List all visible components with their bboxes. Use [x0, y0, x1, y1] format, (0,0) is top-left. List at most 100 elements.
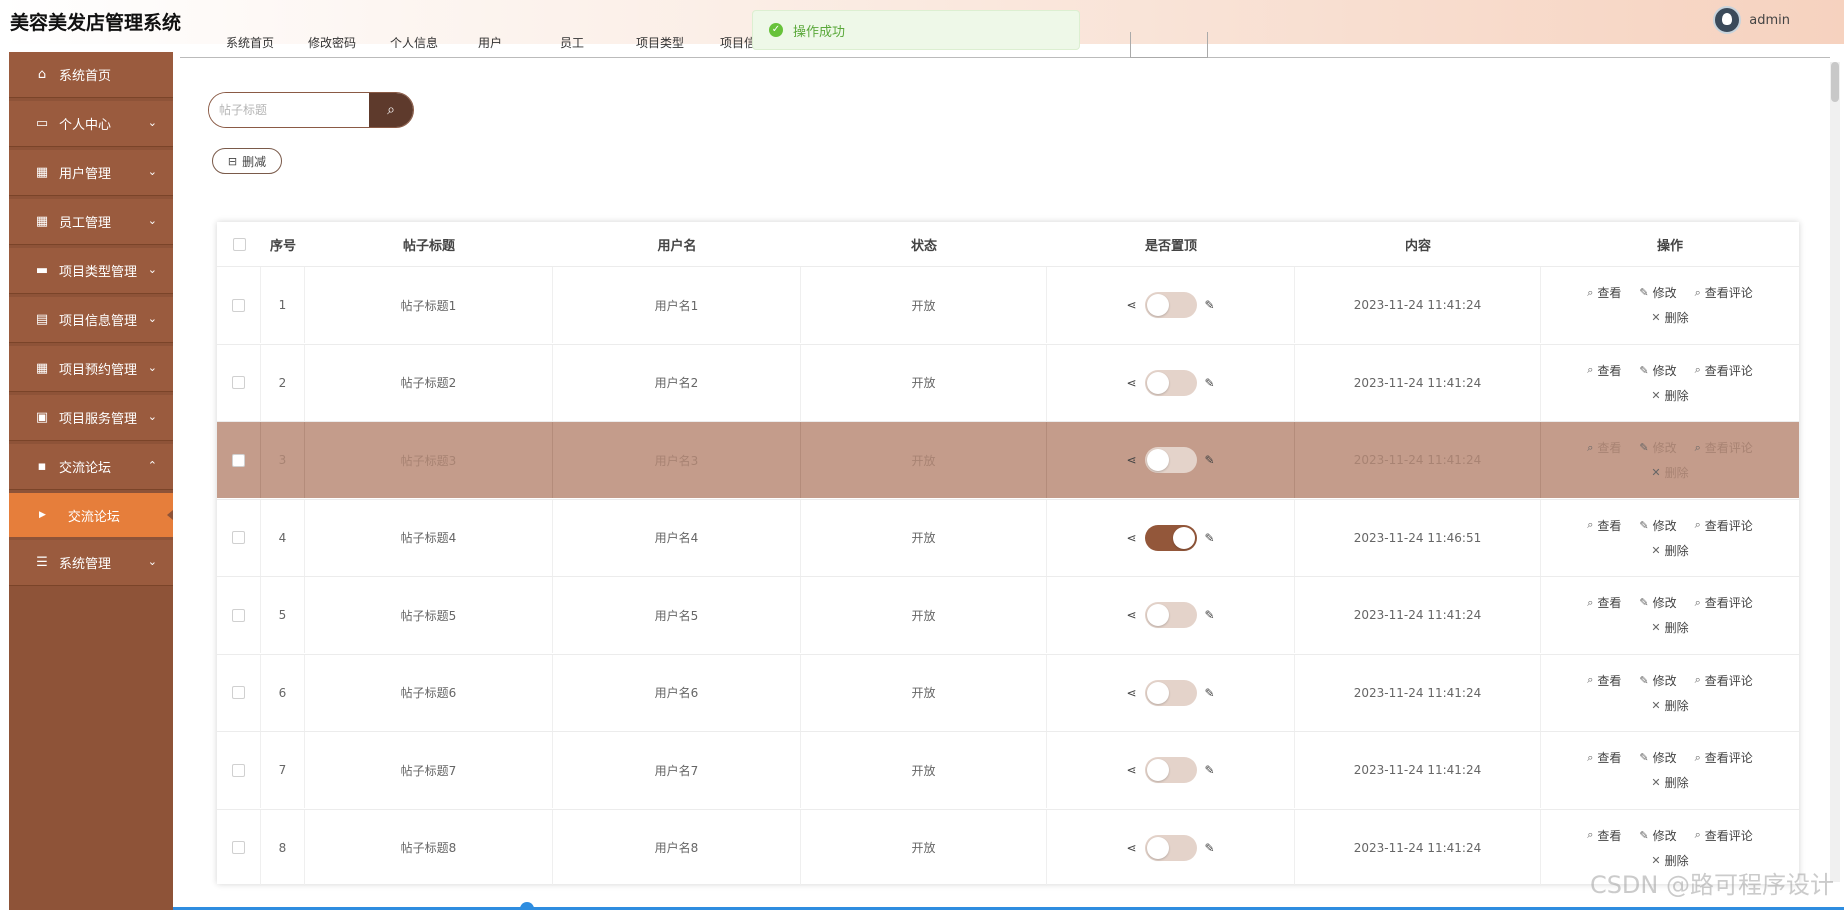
- comments-label: 查看评论: [1704, 286, 1753, 300]
- edit-button[interactable]: ✎ 修改: [1639, 749, 1676, 766]
- delete-row-button[interactable]: ✕ 删除: [1651, 309, 1688, 326]
- avatar[interactable]: [1713, 6, 1742, 34]
- tab-password[interactable]: 修改密码: [308, 34, 356, 51]
- table-row[interactable]: 2 帖子标题2 用户名2 开放 ⋖ ✎ 2023-11-24 11:41:24 ⌕ 查看 ✎ 修改 ⌕…: [217, 343, 1799, 421]
- delete-row-button[interactable]: ✕ 删除: [1651, 387, 1688, 404]
- view-comments-button[interactable]: ⌕ 查看评论: [1695, 517, 1753, 534]
- close-icon: ✕: [1651, 311, 1661, 324]
- top-toggle[interactable]: [1144, 757, 1197, 783]
- table-row[interactable]: 8 帖子标题8 用户名8 开放 ⋖ ✎ 2023-11-24 11:41:24 ⌕ 查看 ✎ 修改 ⌕…: [217, 808, 1799, 886]
- cell-top: ⋖ ✎: [1047, 654, 1295, 731]
- sidebar-subitem-forum[interactable]: ▶ 交流论坛: [9, 493, 173, 537]
- tab-staff[interactable]: 员工: [560, 34, 584, 51]
- view-comments-button[interactable]: ⌕ 查看评论: [1695, 672, 1753, 689]
- top-toggle[interactable]: [1144, 447, 1197, 473]
- top-toggle[interactable]: [1144, 292, 1197, 318]
- edit-button[interactable]: ✎ 修改: [1639, 827, 1676, 844]
- view-comments-button[interactable]: ⌕ 查看评论: [1695, 594, 1753, 611]
- table-row[interactable]: 4 帖子标题4 用户名4 开放 ⋖ ✎ 2023-11-24 11:46:51 ⌕ 查看 ✎ 修改 ⌕…: [217, 498, 1799, 576]
- sidebar-item-system[interactable]: ☰ 系统管理 ⌄: [9, 540, 173, 586]
- table-row[interactable]: 6 帖子标题6 用户名6 开放 ⋖ ✎ 2023-11-24 11:41:24 ⌕ 查看 ✎ 修改 ⌕…: [217, 653, 1799, 731]
- sidebar-item-project-type[interactable]: ▬ 项目类型管理 ⌄: [9, 248, 173, 294]
- delete-row-button[interactable]: ✕ 删除: [1651, 619, 1688, 636]
- top-toggle[interactable]: [1144, 524, 1197, 551]
- table-row[interactable]: 3 帖子标题3 用户名3 开放 ⋖ ✎ 2023-11-24 11:41:24 ⌕ 查看 ✎ 修改 ⌕…: [217, 421, 1799, 498]
- row-checkbox[interactable]: [232, 376, 245, 389]
- view-button[interactable]: ⌕ 查看: [1587, 439, 1621, 456]
- cell-top: ⋖ ✎: [1047, 267, 1295, 343]
- top-toggle[interactable]: [1144, 834, 1197, 861]
- username[interactable]: admin: [1749, 13, 1790, 28]
- cell-no: 1: [261, 267, 305, 343]
- top-toggle[interactable]: [1144, 679, 1197, 706]
- row-checkbox[interactable]: [232, 531, 245, 544]
- tab-project-info[interactable]: 项目信: [720, 34, 756, 51]
- view-comments-button[interactable]: ⌕ 查看评论: [1695, 827, 1753, 844]
- view-button[interactable]: ⌕ 查看: [1587, 672, 1621, 689]
- row-checkbox[interactable]: [232, 298, 245, 312]
- delete-row-button[interactable]: ✕ 删除: [1651, 774, 1688, 791]
- tab-home[interactable]: 系统首页: [226, 34, 274, 51]
- scrollbar-knob[interactable]: [520, 902, 534, 910]
- row-checkbox[interactable]: [232, 453, 245, 467]
- edit-icon: ✎: [1639, 596, 1649, 609]
- edit-button[interactable]: ✎ 修改: [1639, 594, 1676, 611]
- sidebar-subitem-label: 交流论坛: [67, 509, 120, 525]
- view-comments-button[interactable]: ⌕ 查看评论: [1695, 284, 1753, 301]
- delete-row-button[interactable]: ✕ 删除: [1651, 542, 1688, 559]
- view-label: 查看: [1597, 673, 1622, 688]
- sidebar-item-service[interactable]: ▣ 项目服务管理 ⌄: [9, 395, 173, 441]
- user-box[interactable]: admin: [1713, 6, 1790, 34]
- view-comments-button[interactable]: ⌕ 查看评论: [1695, 439, 1753, 456]
- delete-row-button[interactable]: ✕ 删除: [1651, 464, 1688, 481]
- edit-button[interactable]: ✎ 修改: [1639, 439, 1676, 456]
- close-icon: ✕: [1651, 621, 1661, 634]
- sidebar-item-appointment[interactable]: ▦ 项目预约管理 ⌄: [9, 346, 173, 392]
- tab-project-type[interactable]: 项目类型: [636, 34, 684, 51]
- table-row[interactable]: 1 帖子标题1 用户名1 开放 ⋖ ✎ 2023-11-24 11:41:24 ⌕ 查看 ✎ 修改 ⌕…: [217, 266, 1799, 343]
- cell-content: 2023-11-24 11:41:24: [1295, 654, 1541, 731]
- tab-users[interactable]: 用户: [478, 34, 502, 51]
- sidebar-item-home[interactable]: ⌂ 系统首页: [9, 52, 173, 98]
- row-checkbox[interactable]: [232, 686, 245, 699]
- tab-profile[interactable]: 个人信息: [390, 34, 438, 51]
- top-toggle[interactable]: [1144, 369, 1197, 396]
- vertical-scrollbar[interactable]: [1830, 62, 1840, 882]
- view-button[interactable]: ⌕ 查看: [1587, 594, 1621, 611]
- scrollbar-thumb[interactable]: [1831, 62, 1839, 102]
- view-button[interactable]: ⌕ 查看: [1587, 749, 1621, 766]
- edit-button[interactable]: ✎ 修改: [1639, 284, 1676, 301]
- comments-label: 查看评论: [1704, 673, 1753, 688]
- sidebar-item-users[interactable]: ▦ 用户管理 ⌄: [9, 150, 173, 196]
- sidebar-item-forum[interactable]: ▪ 交流论坛 ⌃: [9, 444, 173, 490]
- search-button[interactable]: ⌕: [369, 93, 413, 127]
- pen-icon: ✎: [1204, 453, 1215, 467]
- row-checkbox[interactable]: [232, 608, 245, 622]
- row-checkbox[interactable]: [232, 763, 245, 777]
- sidebar-item-label: 个人中心: [59, 118, 112, 133]
- view-button[interactable]: ⌕ 查看: [1587, 362, 1621, 379]
- chevron-down-icon: ⌄: [147, 410, 157, 423]
- delete-row-button[interactable]: ✕ 删除: [1651, 697, 1688, 714]
- view-label: 查看: [1597, 828, 1622, 843]
- top-toggle[interactable]: [1144, 602, 1197, 628]
- edit-button[interactable]: ✎ 修改: [1639, 517, 1676, 534]
- sidebar-item-staff[interactable]: ▦ 员工管理 ⌄: [9, 199, 173, 245]
- view-button[interactable]: ⌕ 查看: [1587, 284, 1621, 301]
- select-all-checkbox[interactable]: [232, 237, 246, 251]
- delete-button[interactable]: ⊟ 删减: [212, 148, 282, 174]
- table-row[interactable]: 5 帖子标题5 用户名5 开放 ⋖ ✎ 2023-11-24 11:41:24 ⌕ 查看 ✎ 修改 ⌕…: [217, 576, 1799, 653]
- table-row[interactable]: 7 帖子标题7 用户名7 开放 ⋖ ✎ 2023-11-24 11:41:24 ⌕ 查看 ✎ 修改 ⌕…: [217, 731, 1799, 808]
- search-icon: ⌕: [1694, 363, 1701, 376]
- sidebar-item-label: 项目类型管理: [59, 265, 138, 280]
- edit-button[interactable]: ✎ 修改: [1639, 362, 1676, 379]
- row-checkbox[interactable]: [232, 841, 245, 854]
- view-comments-button[interactable]: ⌕ 查看评论: [1695, 362, 1753, 379]
- view-button[interactable]: ⌕ 查看: [1587, 517, 1621, 534]
- sidebar-item-project-info[interactable]: ▤ 项目信息管理 ⌄: [9, 297, 173, 343]
- view-button[interactable]: ⌕ 查看: [1587, 827, 1621, 844]
- search-input[interactable]: [209, 93, 369, 127]
- sidebar-item-personal[interactable]: ▭ 个人中心 ⌄: [9, 101, 173, 147]
- edit-button[interactable]: ✎ 修改: [1639, 672, 1676, 689]
- view-comments-button[interactable]: ⌕ 查看评论: [1695, 749, 1753, 766]
